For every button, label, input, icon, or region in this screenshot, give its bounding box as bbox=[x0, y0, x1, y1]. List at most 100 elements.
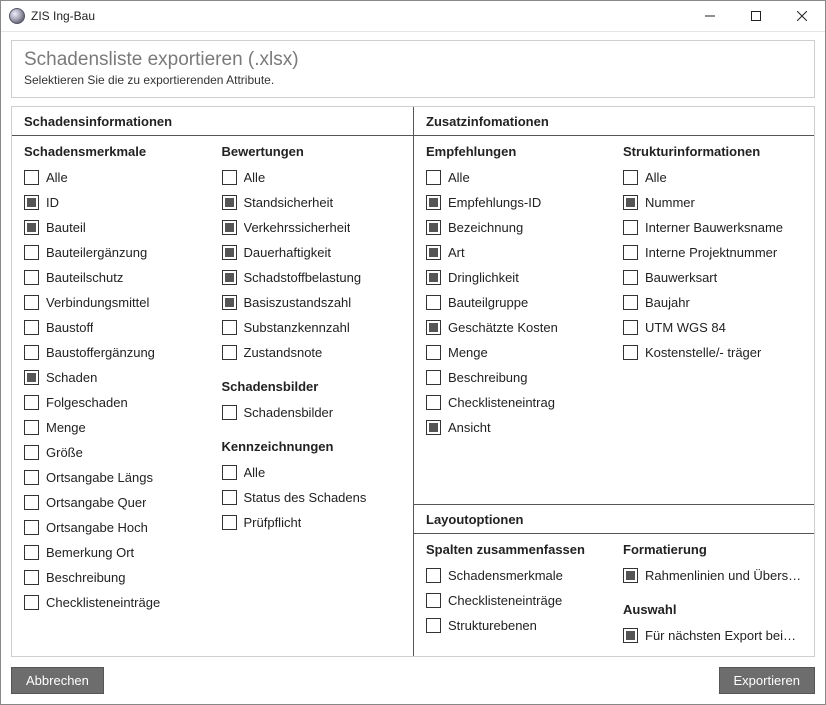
checkbox-icon[interactable] bbox=[426, 345, 441, 360]
checkbox-icon[interactable] bbox=[24, 270, 39, 285]
checkbox-row[interactable]: Interner Bauwerksname bbox=[623, 215, 802, 240]
checkbox-icon[interactable] bbox=[623, 320, 638, 335]
checkbox-row[interactable]: Alle bbox=[222, 165, 402, 190]
checkbox-icon[interactable] bbox=[222, 320, 237, 335]
checkbox-icon[interactable] bbox=[222, 515, 237, 530]
checkbox-row[interactable]: Schaden bbox=[24, 365, 204, 390]
checkbox-icon[interactable] bbox=[426, 618, 441, 633]
checkbox-icon[interactable] bbox=[426, 245, 441, 260]
checkbox-icon[interactable] bbox=[24, 520, 39, 535]
checkbox-row[interactable]: Kostenstelle/- träger bbox=[623, 340, 802, 365]
checkbox-icon[interactable] bbox=[222, 270, 237, 285]
checkbox-row[interactable]: Baustoffergänzung bbox=[24, 340, 204, 365]
checkbox-row[interactable]: Geschätzte Kosten bbox=[426, 315, 605, 340]
checkbox-row[interactable]: Größe bbox=[24, 440, 204, 465]
checkbox-row[interactable]: Baustoff bbox=[24, 315, 204, 340]
checkbox-icon[interactable] bbox=[623, 295, 638, 310]
checkbox-row[interactable]: UTM WGS 84 bbox=[623, 315, 802, 340]
checkbox-row[interactable]: Interne Projektnummer bbox=[623, 240, 802, 265]
checkbox-icon[interactable] bbox=[24, 395, 39, 410]
checkbox-icon[interactable] bbox=[222, 245, 237, 260]
checkbox-row[interactable]: Dringlichkeit bbox=[426, 265, 605, 290]
checkbox-icon[interactable] bbox=[24, 245, 39, 260]
checkbox-row[interactable]: Checklisteneinträge bbox=[24, 590, 204, 615]
checkbox-icon[interactable] bbox=[24, 345, 39, 360]
checkbox-icon[interactable] bbox=[623, 170, 638, 185]
checkbox-icon[interactable] bbox=[426, 195, 441, 210]
checkbox-row[interactable]: Menge bbox=[24, 415, 204, 440]
checkbox-icon[interactable] bbox=[426, 220, 441, 235]
checkbox-row[interactable]: Ansicht bbox=[426, 415, 605, 440]
checkbox-icon[interactable] bbox=[222, 170, 237, 185]
checkbox-icon[interactable] bbox=[623, 245, 638, 260]
checkbox-row[interactable]: ID bbox=[24, 190, 204, 215]
checkbox-icon[interactable] bbox=[24, 595, 39, 610]
checkbox-icon[interactable] bbox=[24, 470, 39, 485]
checkbox-icon[interactable] bbox=[222, 295, 237, 310]
checkbox-row[interactable]: Beschreibung bbox=[24, 565, 204, 590]
checkbox-row[interactable]: Strukturebenen bbox=[426, 613, 605, 638]
checkbox-row[interactable]: Bauteilgruppe bbox=[426, 290, 605, 315]
checkbox-row[interactable]: Nummer bbox=[623, 190, 802, 215]
checkbox-icon[interactable] bbox=[623, 568, 638, 583]
checkbox-row[interactable]: Bauwerksart bbox=[623, 265, 802, 290]
checkbox-icon[interactable] bbox=[222, 465, 237, 480]
checkbox-icon[interactable] bbox=[426, 420, 441, 435]
checkbox-icon[interactable] bbox=[426, 320, 441, 335]
checkbox-icon[interactable] bbox=[623, 195, 638, 210]
checkbox-icon[interactable] bbox=[426, 295, 441, 310]
checkbox-row[interactable]: Für nächsten Export beibehalten bbox=[623, 623, 802, 648]
checkbox-icon[interactable] bbox=[24, 545, 39, 560]
checkbox-row[interactable]: Art bbox=[426, 240, 605, 265]
checkbox-row[interactable]: Ortsangabe Hoch bbox=[24, 515, 204, 540]
checkbox-row[interactable]: Baujahr bbox=[623, 290, 802, 315]
checkbox-icon[interactable] bbox=[24, 195, 39, 210]
export-button[interactable]: Exportieren bbox=[719, 667, 815, 694]
checkbox-icon[interactable] bbox=[426, 370, 441, 385]
checkbox-icon[interactable] bbox=[24, 295, 39, 310]
checkbox-icon[interactable] bbox=[24, 220, 39, 235]
checkbox-row[interactable]: Alle bbox=[24, 165, 204, 190]
checkbox-row[interactable]: Prüfpflicht bbox=[222, 510, 402, 535]
checkbox-icon[interactable] bbox=[426, 395, 441, 410]
checkbox-icon[interactable] bbox=[222, 490, 237, 505]
checkbox-icon[interactable] bbox=[222, 220, 237, 235]
checkbox-icon[interactable] bbox=[222, 195, 237, 210]
checkbox-row[interactable]: Dauerhaftigkeit bbox=[222, 240, 402, 265]
checkbox-row[interactable]: Bemerkung Ort bbox=[24, 540, 204, 565]
checkbox-row[interactable]: Checklisteneintrag bbox=[426, 390, 605, 415]
maximize-button[interactable] bbox=[733, 1, 779, 31]
checkbox-icon[interactable] bbox=[623, 270, 638, 285]
checkbox-icon[interactable] bbox=[24, 570, 39, 585]
checkbox-icon[interactable] bbox=[24, 320, 39, 335]
checkbox-row[interactable]: Ortsangabe Quer bbox=[24, 490, 204, 515]
checkbox-icon[interactable] bbox=[426, 593, 441, 608]
checkbox-icon[interactable] bbox=[24, 170, 39, 185]
checkbox-row[interactable]: Verkehrssicherheit bbox=[222, 215, 402, 240]
checkbox-icon[interactable] bbox=[623, 628, 638, 643]
checkbox-row[interactable]: Substanzkennzahl bbox=[222, 315, 402, 340]
checkbox-icon[interactable] bbox=[426, 270, 441, 285]
checkbox-row[interactable]: Standsicherheit bbox=[222, 190, 402, 215]
checkbox-row[interactable]: Schadstoffbelastung bbox=[222, 265, 402, 290]
checkbox-row[interactable]: Bauteilergänzung bbox=[24, 240, 204, 265]
checkbox-row[interactable]: Alle bbox=[623, 165, 802, 190]
checkbox-icon[interactable] bbox=[24, 495, 39, 510]
checkbox-row[interactable]: Folgeschaden bbox=[24, 390, 204, 415]
minimize-button[interactable] bbox=[687, 1, 733, 31]
checkbox-row[interactable]: Bauteilschutz bbox=[24, 265, 204, 290]
checkbox-icon[interactable] bbox=[222, 405, 237, 420]
checkbox-icon[interactable] bbox=[623, 345, 638, 360]
close-button[interactable] bbox=[779, 1, 825, 31]
cancel-button[interactable]: Abbrechen bbox=[11, 667, 104, 694]
checkbox-icon[interactable] bbox=[24, 420, 39, 435]
checkbox-icon[interactable] bbox=[426, 568, 441, 583]
checkbox-icon[interactable] bbox=[426, 170, 441, 185]
checkbox-row[interactable]: Schadensbilder bbox=[222, 400, 402, 425]
checkbox-row[interactable]: Menge bbox=[426, 340, 605, 365]
checkbox-row[interactable]: Basiszustandszahl bbox=[222, 290, 402, 315]
checkbox-icon[interactable] bbox=[24, 445, 39, 460]
checkbox-row[interactable]: Schadensmerkmale bbox=[426, 563, 605, 588]
checkbox-row[interactable]: Alle bbox=[426, 165, 605, 190]
checkbox-icon[interactable] bbox=[222, 345, 237, 360]
